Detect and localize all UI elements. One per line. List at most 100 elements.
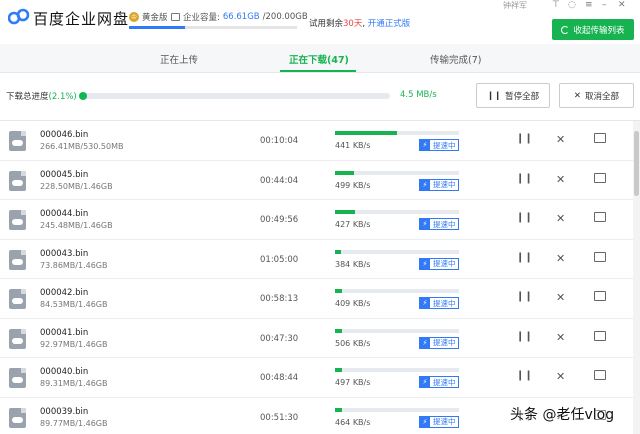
tab-completed[interactable]: 传输完成(7) xyxy=(430,52,481,66)
file-icon xyxy=(9,131,26,151)
time-remaining: 00:48:44 xyxy=(260,373,299,383)
open-folder-icon[interactable] xyxy=(594,133,606,143)
file-progress-fill xyxy=(335,131,397,135)
transfer-tabs: 正在上传 正在下载(47) 传输完成(7) xyxy=(0,44,640,73)
lightning-icon: ⚡ xyxy=(420,377,430,387)
open-folder-icon[interactable] xyxy=(594,291,606,301)
lightning-icon: ⚡ xyxy=(420,416,430,427)
boost-badge: ⚡ 提速中 xyxy=(419,257,459,270)
pause-button[interactable]: ❙❙ xyxy=(516,173,533,184)
username[interactable]: 钟祥军 xyxy=(503,0,527,11)
lightning-icon: ⚡ xyxy=(420,219,430,229)
capacity-used: 66.61GB xyxy=(222,12,260,22)
open-folder-icon[interactable] xyxy=(594,330,606,341)
lightning-icon: ⚡ xyxy=(420,179,430,190)
time-remaining: 01:05:00 xyxy=(260,254,299,265)
close-window-icon[interactable]: ✕ xyxy=(618,0,626,10)
file-name: 000039.bin xyxy=(40,406,89,417)
boost-label: 提速中 xyxy=(433,259,456,268)
pause-button[interactable]: ❙❙ xyxy=(516,331,533,342)
file-size: 89.31MB/1.46GB xyxy=(40,379,108,388)
download-row[interactable]: 000041.bin 92.97MB/1.46GB 00:47:30 506 KB/s… xyxy=(0,319,640,358)
time-remaining: 00:10:04 xyxy=(260,136,299,146)
open-folder-icon[interactable] xyxy=(594,212,606,222)
file-icon xyxy=(9,407,26,428)
file-icon xyxy=(9,328,26,349)
spinner-icon xyxy=(561,25,570,34)
open-folder-icon[interactable] xyxy=(594,251,606,262)
menu-icon[interactable]: ≡ xyxy=(585,0,593,10)
pause-all-button[interactable]: ❙❙ 暂停全部 xyxy=(476,83,550,108)
bell-icon[interactable]: ◌ xyxy=(568,0,576,10)
boost-badge: ⚡ 提速中 xyxy=(419,178,459,191)
capacity-label: 企业容量: xyxy=(183,13,220,23)
pause-button[interactable]: ❙❙ xyxy=(516,133,533,144)
download-row[interactable]: 000042.bin 84.53MB/1.46GB 00:58:13 409 KB/s… xyxy=(0,279,640,319)
scrollbar[interactable] xyxy=(633,121,640,434)
trial-days: 30天 xyxy=(343,19,363,29)
file-name: 000046.bin xyxy=(40,130,89,140)
file-speed: 506 KB/s xyxy=(335,338,371,348)
download-row[interactable]: 000045.bin 228.50MB/1.46GB 00:44:04 499 KB/… xyxy=(0,161,640,200)
file-size: 89.77MB/1.46GB xyxy=(40,418,108,428)
cancel-button[interactable]: ✕ xyxy=(556,133,565,146)
cancel-button[interactable]: ✕ xyxy=(556,212,565,225)
baidu-netdisk-logo xyxy=(8,8,30,25)
file-progress-bar xyxy=(335,407,459,412)
total-progress-text: 下载总进度 xyxy=(6,92,49,102)
collapse-transfer-list-button[interactable]: 收起传输列表 xyxy=(552,19,634,40)
file-speed: 409 KB/s xyxy=(335,299,371,308)
minimize-icon[interactable]: – xyxy=(602,0,607,10)
download-row[interactable]: 000044.bin 245.48MB/1.46GB 00:49:56 427 KB/… xyxy=(0,200,640,240)
skin-icon[interactable]: ⊤ xyxy=(552,0,560,10)
boost-badge: ⚡ 提速中 xyxy=(419,336,459,349)
download-row[interactable]: 000046.bin 266.41MB/530.50MB 00:10:04 441 K… xyxy=(0,121,640,161)
capacity-bar xyxy=(129,26,297,29)
download-list: 000046.bin 266.41MB/530.50MB 00:10:04 441 K… xyxy=(0,121,640,434)
open-folder-icon[interactable] xyxy=(594,370,606,380)
file-progress-bar xyxy=(335,328,459,333)
active-tab-indicator xyxy=(280,70,356,72)
file-progress-bar xyxy=(335,131,459,135)
scroll-thumb[interactable] xyxy=(634,131,639,196)
capacity-info: 企业容量: 66.61GB/200.00GB xyxy=(171,11,308,23)
file-name: 000043.bin xyxy=(40,248,89,259)
file-size: 245.48MB/1.46GB xyxy=(40,221,113,230)
cancel-button[interactable]: ✕ xyxy=(556,331,565,344)
file-name: 000042.bin xyxy=(40,288,89,298)
cancel-all-button[interactable]: ✕ 取消全部 xyxy=(559,83,634,108)
lightning-icon: ⚡ xyxy=(420,298,430,308)
file-icon xyxy=(9,368,26,388)
download-row[interactable]: 000040.bin 89.31MB/1.46GB 00:48:44 497 KB/s… xyxy=(0,358,640,398)
file-progress-bar xyxy=(335,249,459,254)
file-icon xyxy=(9,210,26,230)
trial-info: 试用剩余30天, 开通正式版 xyxy=(309,17,410,29)
file-progress-fill xyxy=(335,249,342,254)
file-name: 000040.bin xyxy=(40,367,89,377)
file-progress-fill xyxy=(335,210,355,214)
boost-label: 提速中 xyxy=(433,377,456,387)
file-size: 228.50MB/1.46GB xyxy=(40,181,113,191)
cancel-button[interactable]: ✕ xyxy=(556,291,565,304)
tab-downloading[interactable]: 正在下载(47) xyxy=(289,52,349,66)
pause-button[interactable]: ❙❙ xyxy=(516,370,533,381)
pause-button[interactable]: ❙❙ xyxy=(516,291,533,302)
cancel-button[interactable]: ✕ xyxy=(556,370,565,383)
file-progress-fill xyxy=(335,407,343,412)
cancel-button[interactable]: ✕ xyxy=(556,252,565,265)
open-folder-icon[interactable] xyxy=(594,172,606,183)
file-progress-bar xyxy=(335,170,459,175)
plan-badge[interactable]: ♔ 黄金版 xyxy=(129,11,168,23)
time-remaining: 00:49:56 xyxy=(260,215,299,225)
pause-button[interactable]: ❙❙ xyxy=(516,252,533,263)
capacity-bar-fill xyxy=(129,26,185,29)
file-name: 000045.bin xyxy=(40,169,89,180)
trial-separator: , xyxy=(362,19,366,29)
file-speed: 427 KB/s xyxy=(335,220,371,229)
pause-button[interactable]: ❙❙ xyxy=(516,212,533,223)
cancel-button[interactable]: ✕ xyxy=(556,173,565,186)
download-row[interactable]: 000043.bin 73.86MB/1.46GB 01:05:00 384 KB/s… xyxy=(0,240,640,279)
open-official-link[interactable]: 开通正式版 xyxy=(368,19,411,29)
tab-uploading[interactable]: 正在上传 xyxy=(160,52,198,66)
pause-all-label: 暂停全部 xyxy=(505,91,540,102)
